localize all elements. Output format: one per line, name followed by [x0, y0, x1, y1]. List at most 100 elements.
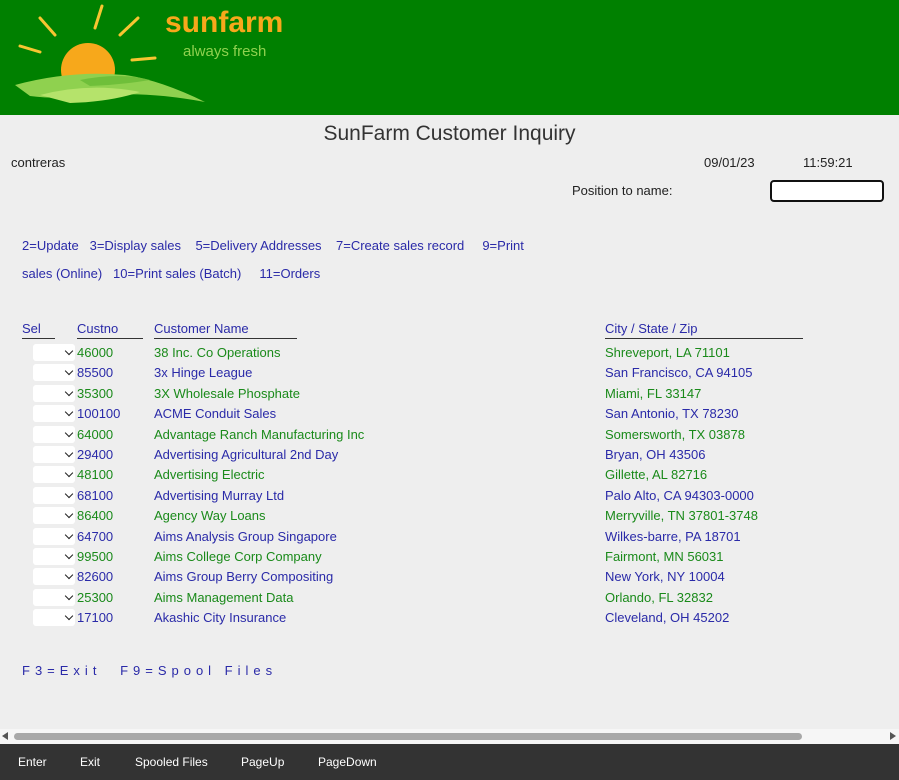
scroll-left-icon[interactable] — [2, 732, 8, 740]
table-row: 48100 Advertising Electric Gillette, AL 82… — [0, 465, 899, 485]
customer-name: 38 Inc. Co Operations — [154, 345, 281, 360]
user-name: contreras — [11, 155, 66, 170]
option-create-sales-record: 7=Create sales record — [336, 238, 465, 253]
customer-city: Palo Alto, CA 94303-0000 — [605, 488, 754, 503]
customer-name: Agency Way Loans — [154, 508, 266, 523]
exit-button[interactable]: Exit — [80, 755, 100, 769]
table-row: 99500 Aims College Corp Company Fairmont, … — [0, 547, 899, 567]
customer-city: Shreveport, LA 71101 — [605, 345, 730, 360]
customer-city: Wilkes-barre, PA 18701 — [605, 529, 741, 544]
customer-name: Aims Management Data — [154, 590, 294, 605]
options-line-1: 2=Update 3=Display sales 5=Delivery Addr… — [22, 238, 524, 253]
table-row: 100100 ACME Conduit Sales San Antonio, TX … — [0, 404, 899, 424]
customer-name: Aims Analysis Group Singapore — [154, 529, 337, 544]
column-header-city-state-zip: City / State / Zip — [605, 321, 803, 339]
option-print-sales-batch: 10=Print sales (Batch) — [113, 266, 242, 281]
option-print-sales-online: sales (Online) — [22, 266, 103, 281]
customer-number: 46000 — [77, 345, 114, 360]
customer-number: 25300 — [77, 590, 114, 605]
row-select-dropdown[interactable] — [33, 426, 75, 443]
row-select-dropdown[interactable] — [33, 466, 75, 483]
table-row: 64000 Advantage Ranch Manufacturing Inc So… — [0, 425, 899, 445]
horizontal-scrollbar[interactable] — [0, 729, 899, 744]
customer-city: Merryville, TN 37801-3748 — [605, 508, 758, 523]
customer-name: Advantage Ranch Manufacturing Inc — [154, 427, 365, 442]
table-row: 35300 3X Wholesale Phosphate Miami, FL 331… — [0, 384, 899, 404]
customer-number: 17100 — [77, 610, 114, 625]
customer-number: 29400 — [77, 447, 114, 462]
brand-name: sunfarm — [165, 6, 284, 39]
column-header-sel: Sel — [22, 321, 55, 339]
row-select-dropdown[interactable] — [33, 568, 75, 585]
customer-name: Advertising Electric — [154, 467, 265, 482]
current-time: 11:59:21 — [803, 155, 853, 170]
function-keys: F3=Exit F9=Spool Files — [22, 663, 287, 678]
table-row: 46000 38 Inc. Co Operations Shreveport, LA… — [0, 343, 899, 363]
position-to-name-input[interactable] — [770, 180, 884, 202]
page-title: SunFarm Customer Inquiry — [323, 122, 576, 145]
customer-city: Somersworth, TX 03878 — [605, 427, 745, 442]
customer-number: 100100 — [77, 406, 121, 421]
customer-name: ACME Conduit Sales — [154, 406, 277, 421]
row-select-dropdown[interactable] — [33, 405, 75, 422]
row-select-dropdown[interactable] — [33, 528, 75, 545]
table-row: 82600 Aims Group Berry Compositing New Yor… — [0, 567, 899, 587]
customer-city: Gillette, AL 82716 — [605, 467, 708, 482]
column-header-customer-name: Customer Name — [154, 321, 297, 339]
row-select-dropdown[interactable] — [33, 609, 75, 626]
table-row: 64700 Aims Analysis Group Singapore Wilkes… — [0, 527, 899, 547]
f3-exit-key[interactable]: F3=Exit — [22, 663, 101, 678]
row-select-dropdown[interactable] — [33, 385, 75, 402]
customer-city: Bryan, OH 43506 — [605, 447, 706, 462]
current-date: 09/01/23 — [704, 155, 755, 170]
customer-name: Advertising Agricultural 2nd Day — [154, 447, 339, 462]
command-bar: Enter Exit Spooled Files PageUp PageDown — [0, 744, 899, 780]
customer-city: Cleveland, OH 45202 — [605, 610, 730, 625]
table-row: 68100 Advertising Murray Ltd Palo Alto, CA… — [0, 486, 899, 506]
customer-number: 64700 — [77, 529, 114, 544]
scrollbar-thumb[interactable] — [14, 733, 802, 740]
customer-city: San Francisco, CA 94105 — [605, 365, 753, 380]
table-row: 29400 Advertising Agricultural 2nd Day Bry… — [0, 445, 899, 465]
position-to-name-label: Position to name: — [572, 183, 673, 198]
customer-city: New York, NY 10004 — [605, 569, 725, 584]
customer-number: 85500 — [77, 365, 114, 380]
page-up-button[interactable]: PageUp — [241, 755, 284, 769]
table-row: 85500 3x Hinge League San Francisco, CA 94… — [0, 363, 899, 383]
options-line-2: sales (Online) 10=Print sales (Batch) 11… — [22, 266, 320, 281]
customer-city: Fairmont, MN 56031 — [605, 549, 724, 564]
customer-number: 35300 — [77, 386, 114, 401]
row-select-dropdown[interactable] — [33, 364, 75, 381]
option-update: 2=Update — [22, 238, 79, 253]
customer-number: 68100 — [77, 488, 114, 503]
brand-tagline: always fresh — [183, 43, 267, 60]
row-select-dropdown[interactable] — [33, 548, 75, 565]
customer-city: Miami, FL 33147 — [605, 386, 702, 401]
row-select-dropdown[interactable] — [33, 507, 75, 524]
row-select-dropdown[interactable] — [33, 589, 75, 606]
page-down-button[interactable]: PageDown — [318, 755, 377, 769]
scroll-right-icon[interactable] — [890, 732, 896, 740]
f9-spool-files-key[interactable]: F9=Spool Files — [120, 663, 277, 678]
enter-button[interactable]: Enter — [18, 755, 47, 769]
table-row: 25300 Aims Management Data Orlando, FL 328… — [0, 588, 899, 608]
column-header-custno: Custno — [77, 321, 143, 339]
header-banner: sunfarm always fresh — [0, 0, 899, 115]
option-display-sales: 3=Display sales — [89, 238, 181, 253]
row-select-dropdown[interactable] — [33, 446, 75, 463]
customer-name: Advertising Murray Ltd — [154, 488, 285, 503]
row-select-dropdown[interactable] — [33, 344, 75, 361]
table-row: 86400 Agency Way Loans Merryville, TN 3780… — [0, 506, 899, 526]
option-print: 9=Print — [482, 238, 524, 253]
customer-city: Orlando, FL 32832 — [605, 590, 713, 605]
customer-name: 3x Hinge League — [154, 365, 253, 380]
customer-name: 3X Wholesale Phosphate — [154, 386, 300, 401]
customer-number: 82600 — [77, 569, 114, 584]
customer-name: Akashic City Insurance — [154, 610, 287, 625]
table-row: 17100 Akashic City Insurance Cleveland, OH… — [0, 608, 899, 628]
customer-name: Aims College Corp Company — [154, 549, 322, 564]
spooled-files-button[interactable]: Spooled Files — [135, 755, 208, 769]
row-select-dropdown[interactable] — [33, 487, 75, 504]
customer-number: 48100 — [77, 467, 114, 482]
customer-city: San Antonio, TX 78230 — [605, 406, 739, 421]
